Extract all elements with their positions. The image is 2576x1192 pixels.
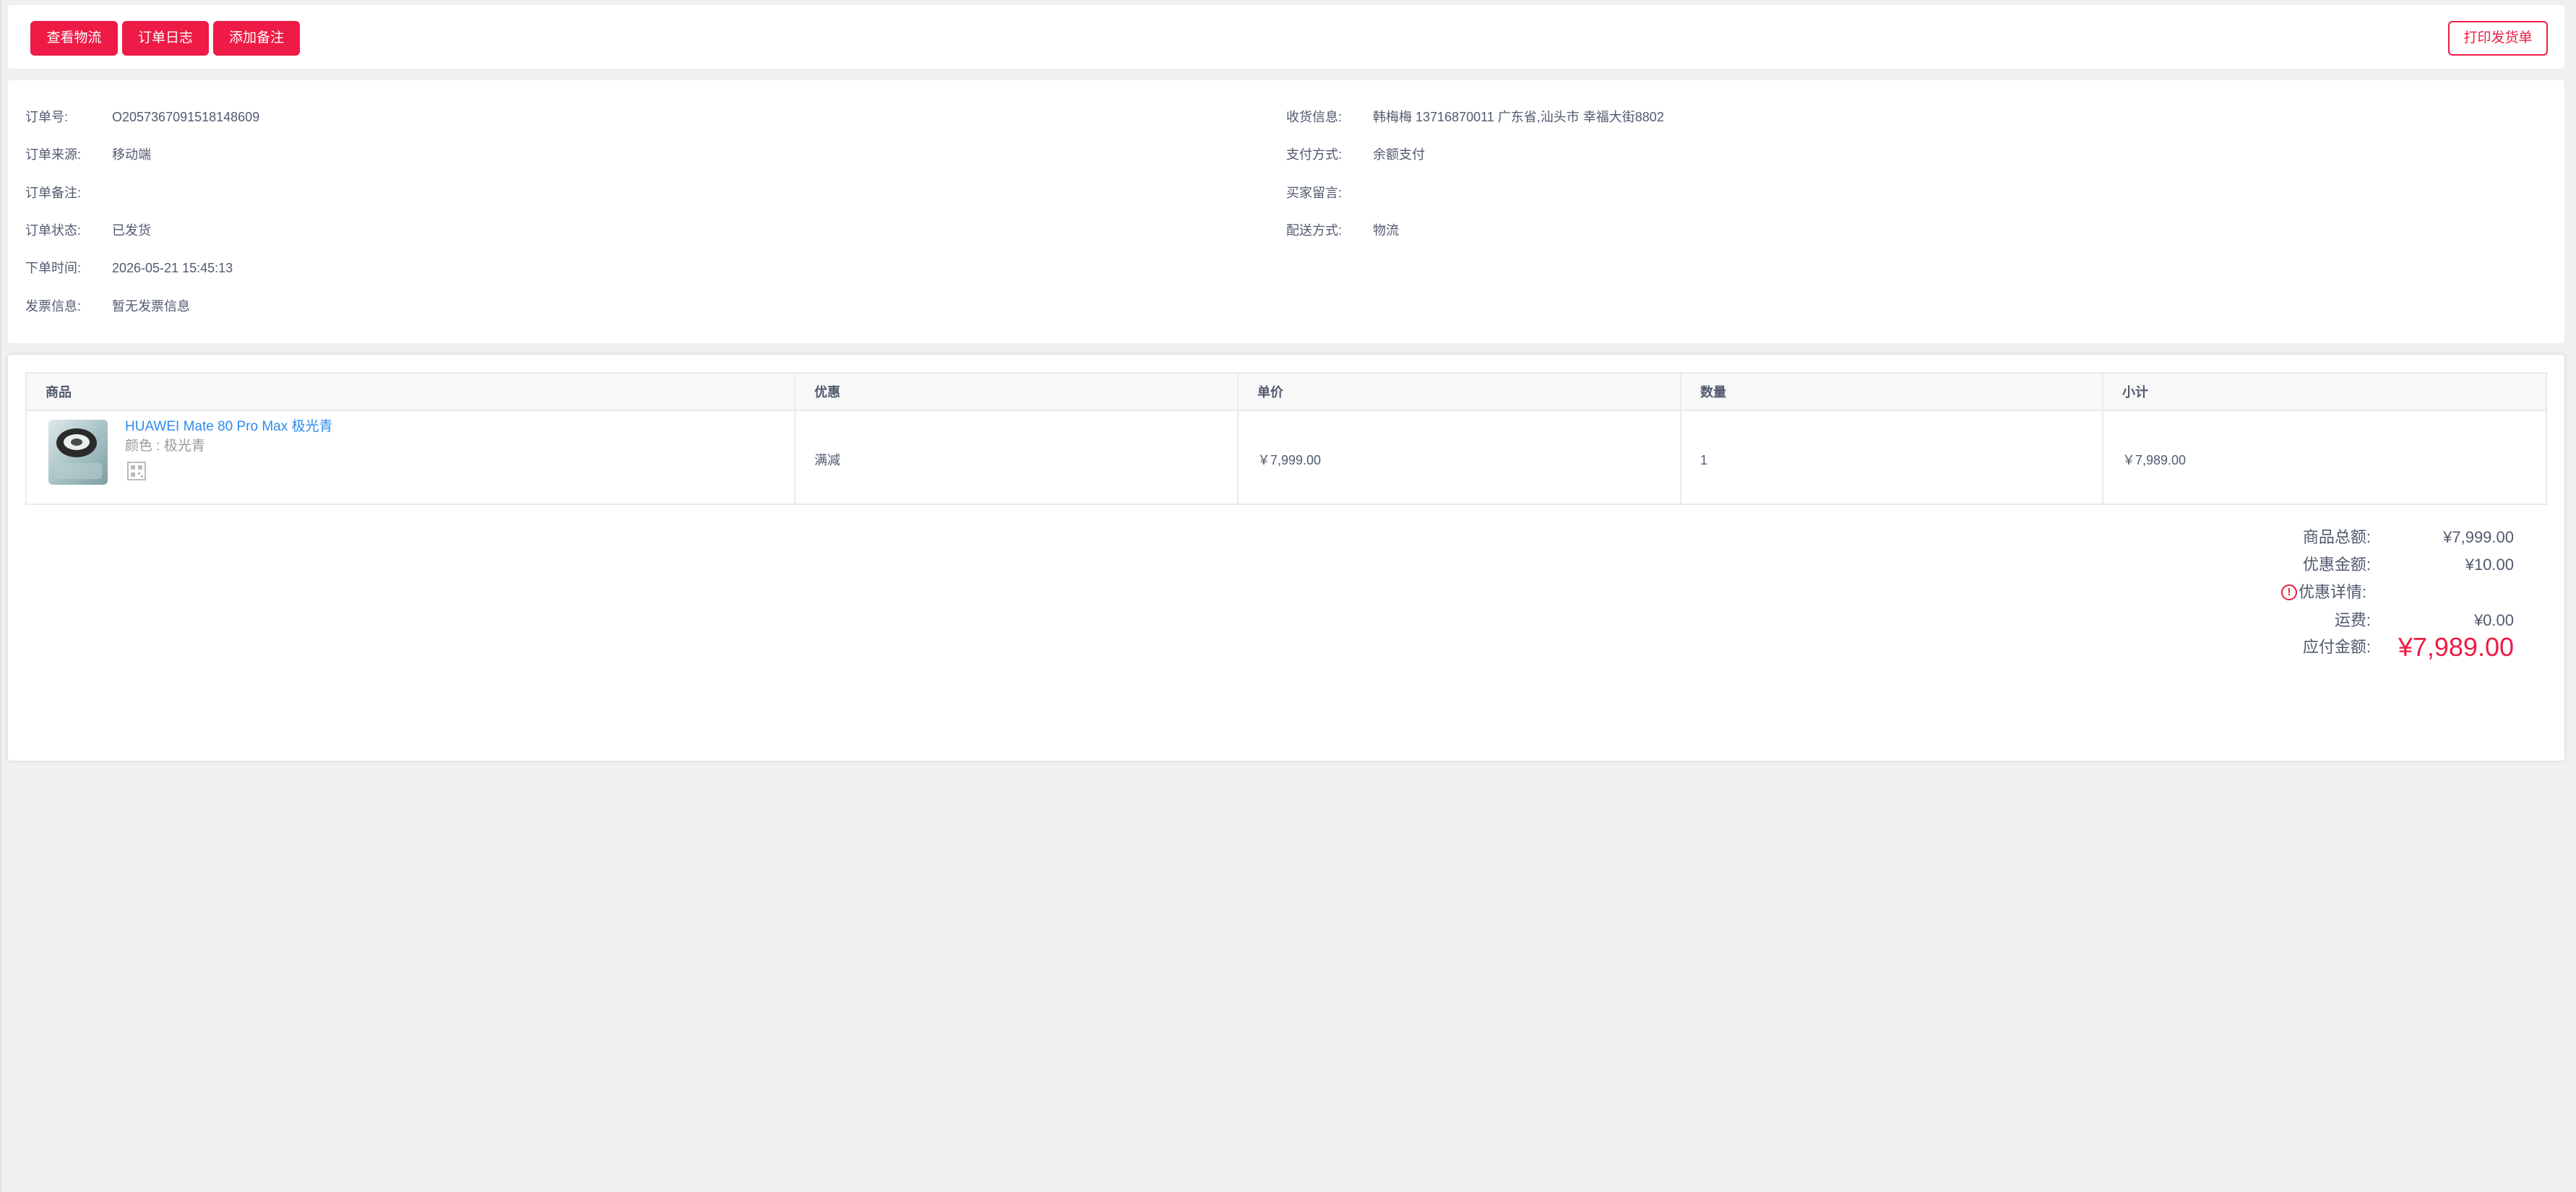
shipping-info-value: 韩梅梅 13716870011 广东省,汕头市 幸福大街8802 bbox=[1373, 110, 1664, 124]
invoice-info-value: 暂无发票信息 bbox=[112, 299, 190, 314]
order-number-label: 订单号: bbox=[25, 110, 69, 124]
header-product: 商品 bbox=[46, 385, 72, 400]
left-edge-divider bbox=[0, 0, 1, 1192]
column-divider bbox=[1237, 373, 1239, 504]
order-source-value: 移动端 bbox=[112, 147, 151, 162]
subtotal-cell: ￥7,989.00 bbox=[2122, 453, 2187, 467]
header-unit-price: 单价 bbox=[1257, 385, 1283, 400]
column-divider bbox=[2102, 373, 2103, 504]
order-detail-page: 查看物流 订单日志 添加备注 打印发货单 订单号: O2057367091518… bbox=[0, 0, 2576, 1192]
table-header: 商品 优惠 单价 数量 小计 bbox=[27, 373, 2546, 411]
delivery-method-label: 配送方式: bbox=[1286, 223, 1343, 238]
header-subtotal: 小计 bbox=[2122, 385, 2148, 400]
add-note-button[interactable]: 添加备注 bbox=[213, 21, 300, 56]
shipping-fee-label: 运费: bbox=[2334, 611, 2371, 629]
qr-code-icon[interactable] bbox=[127, 462, 146, 480]
action-toolbar: 查看物流 订单日志 添加备注 打印发货单 bbox=[8, 5, 2564, 69]
discount-detail-info-icon[interactable]: ! bbox=[2281, 584, 2297, 600]
order-time-value: 2026-05-21 15:45:13 bbox=[112, 261, 233, 275]
order-log-button[interactable]: 订单日志 bbox=[122, 21, 209, 56]
product-card: 商品 优惠 单价 数量 小计 HUAWEI Mate 80 Pro Max 极光… bbox=[8, 355, 2564, 761]
unit-price-cell: ￥7,999.00 bbox=[1257, 453, 1322, 467]
column-divider bbox=[794, 373, 796, 504]
payment-method-label: 支付方式: bbox=[1286, 147, 1343, 162]
discount-detail-label[interactable]: 优惠详情: bbox=[2299, 582, 2371, 603]
shipping-fee-value: ¥0.00 bbox=[2473, 611, 2514, 629]
order-time-label: 下单时间: bbox=[25, 261, 82, 275]
header-quantity: 数量 bbox=[1700, 385, 1726, 400]
shipping-info-label: 收货信息: bbox=[1286, 110, 1343, 124]
order-number-value: O2057367091518148609 bbox=[112, 110, 260, 124]
order-source-label: 订单来源: bbox=[25, 147, 82, 162]
product-name-link[interactable]: HUAWEI Mate 80 Pro Max 极光青 bbox=[125, 418, 333, 436]
goods-total-label: 商品总额: bbox=[2302, 528, 2371, 546]
product-spec: 颜色 : 极光青 bbox=[125, 439, 205, 454]
payment-method-value: 余额支付 bbox=[1373, 147, 1425, 162]
payable-amount-value: ¥7,989.00 bbox=[2398, 632, 2514, 662]
product-table: 商品 优惠 单价 数量 小计 HUAWEI Mate 80 Pro Max 极光… bbox=[25, 372, 2547, 505]
invoice-info-label: 发票信息: bbox=[25, 299, 82, 314]
print-invoice-button[interactable]: 打印发货单 bbox=[2448, 21, 2548, 56]
buyer-message-label: 买家留言: bbox=[1286, 186, 1343, 200]
discount-amount-label: 优惠金额: bbox=[2302, 556, 2371, 574]
product-image[interactable] bbox=[48, 420, 108, 485]
view-logistics-button[interactable]: 查看物流 bbox=[30, 21, 118, 56]
header-discount: 优惠 bbox=[814, 385, 840, 400]
delivery-method-value: 物流 bbox=[1373, 223, 1399, 238]
discount-cell: 满减 bbox=[814, 453, 840, 467]
order-info-card: 订单号: O2057367091518148609 订单来源: 移动端 订单备注… bbox=[8, 80, 2564, 343]
column-divider bbox=[1680, 373, 1681, 504]
quantity-cell: 1 bbox=[1700, 453, 1708, 467]
order-status-label: 订单状态: bbox=[25, 223, 82, 238]
goods-total-value: ¥7,999.00 bbox=[2443, 528, 2514, 546]
discount-amount-value: ¥10.00 bbox=[2465, 556, 2514, 574]
order-status-value: 已发货 bbox=[112, 223, 151, 238]
order-note-label: 订单备注: bbox=[25, 186, 82, 200]
